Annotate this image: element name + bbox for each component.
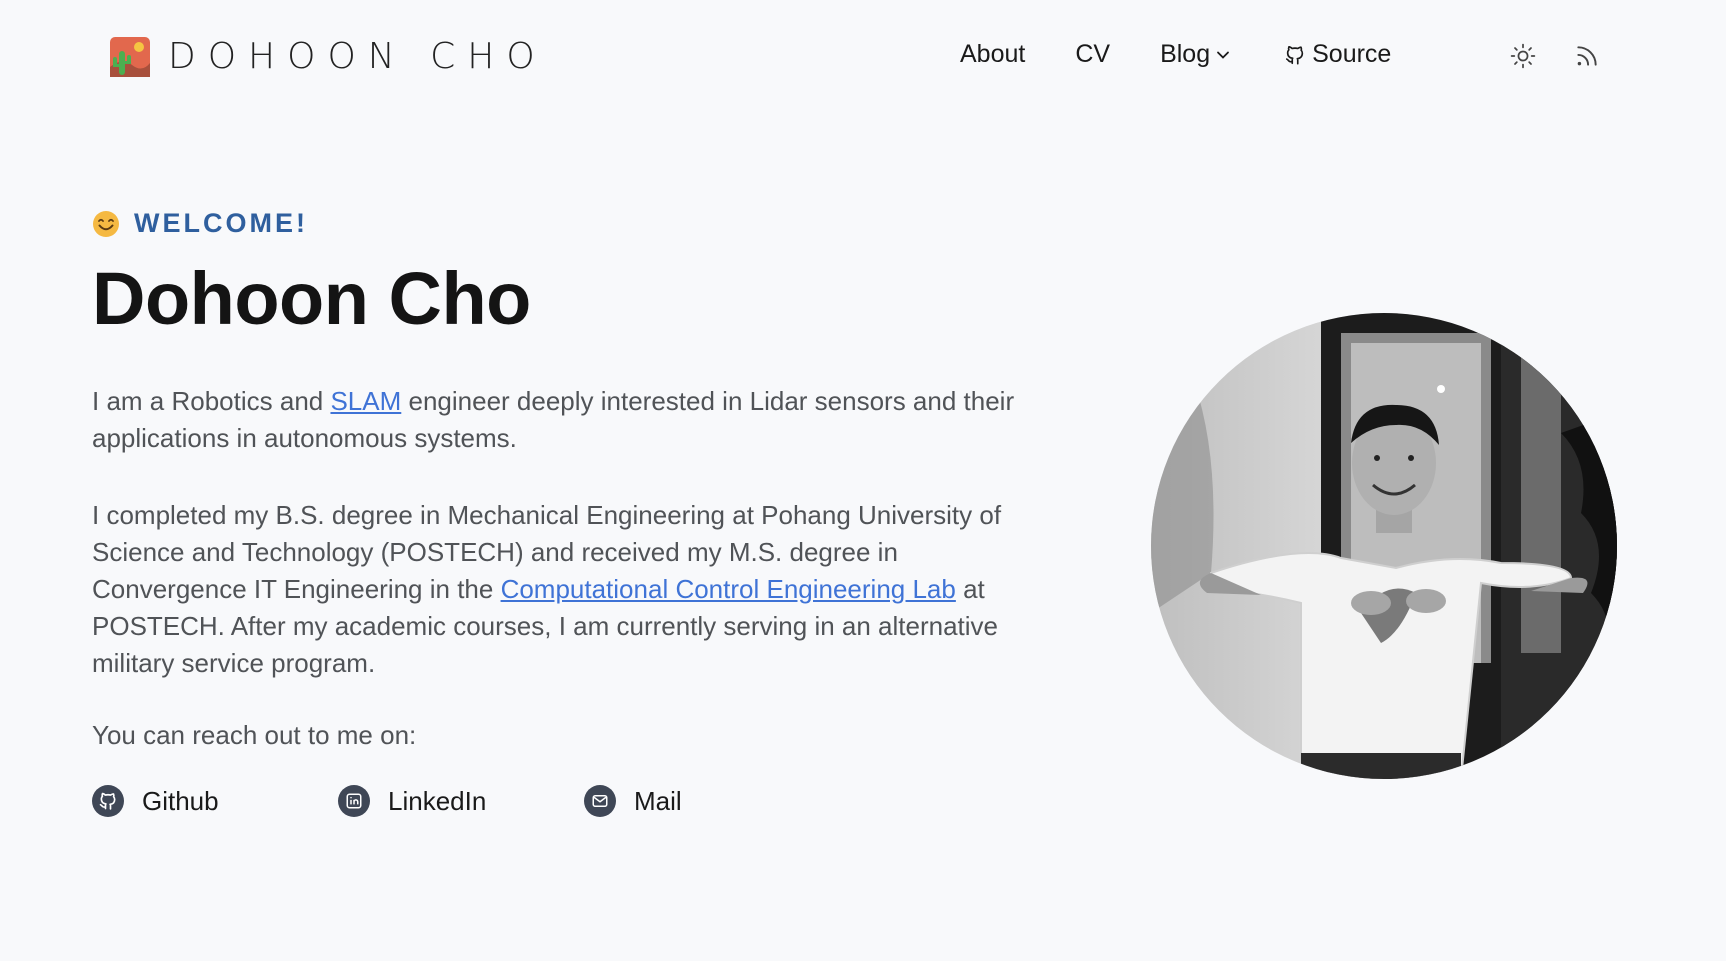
nav-cv[interactable]: CV xyxy=(1075,40,1110,69)
github-icon xyxy=(1286,45,1304,65)
mail-link[interactable]: Mail xyxy=(584,785,830,817)
rss-icon xyxy=(1577,46,1597,66)
cactus-logo-icon xyxy=(110,36,150,77)
rss-button[interactable] xyxy=(1572,41,1602,71)
sun-icon xyxy=(1510,43,1536,69)
linkedin-link[interactable]: LinkedIn xyxy=(338,785,584,817)
github-icon xyxy=(92,785,124,817)
contact-intro: You can reach out to me on: xyxy=(92,720,417,750)
main-nav: About CV Blog Source xyxy=(960,40,1441,69)
page-title: Dohoon Cho xyxy=(92,257,531,340)
profile-photo xyxy=(1151,313,1617,779)
linkedin-icon xyxy=(338,785,370,817)
welcome-line: WELCOME! xyxy=(92,208,1022,239)
welcome-heading: WELCOME! xyxy=(134,208,308,238)
slam-link[interactable]: SLAM xyxy=(330,386,401,416)
mail-icon xyxy=(584,785,616,817)
nav-source[interactable]: Source xyxy=(1284,40,1391,69)
github-label: Github xyxy=(142,785,219,816)
bio-paragraph-1: I am a Robotics and SLAM engineer deeply… xyxy=(92,383,1022,457)
nav-source-label: Source xyxy=(1312,40,1392,68)
site-name: DOHOON CHO xyxy=(168,36,547,77)
chevron-down-icon xyxy=(1217,51,1230,59)
theme-toggle-button[interactable] xyxy=(1508,41,1538,71)
header-tools xyxy=(1508,41,1602,71)
intro-section: WELCOME! Dohoon Cho I am a Robotics and … xyxy=(92,208,1022,817)
nav-about[interactable]: About xyxy=(960,40,1025,69)
smile-emoji-icon xyxy=(93,210,119,237)
nav-blog[interactable]: Blog xyxy=(1160,40,1230,69)
site-header: DOHOON CHO About CV Blog Source xyxy=(0,0,1726,118)
mail-label: Mail xyxy=(634,785,682,816)
nav-blog-label: Blog xyxy=(1160,40,1211,68)
social-links: Github LinkedIn Mail xyxy=(92,785,1022,817)
lab-link[interactable]: Computational Control Engineering Lab xyxy=(501,574,956,604)
github-link[interactable]: Github xyxy=(92,785,338,817)
bio-1-text-before: I am a Robotics and xyxy=(92,386,331,416)
linkedin-label: LinkedIn xyxy=(388,785,487,816)
bio-paragraph-2: I completed my B.S. degree in Mechanical… xyxy=(92,497,1022,682)
site-brand-link[interactable]: DOHOON CHO xyxy=(110,36,547,77)
profile-photo-image xyxy=(1151,313,1617,779)
